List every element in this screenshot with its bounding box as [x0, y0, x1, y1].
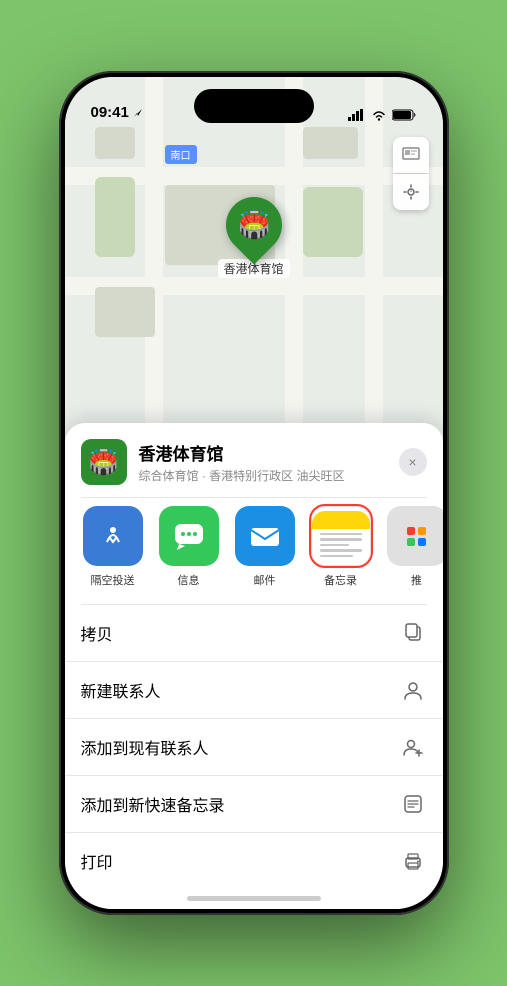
venue-name: 香港体育馆	[139, 440, 387, 465]
share-item-notes[interactable]: 备忘录	[309, 506, 373, 588]
add-notes-icon	[399, 790, 427, 818]
road-label-text: 南口	[171, 151, 191, 162]
notes-icon-wrap	[311, 506, 371, 566]
home-indicator	[187, 896, 321, 901]
dynamic-island	[194, 89, 314, 123]
share-item-mail[interactable]: 邮件	[233, 506, 297, 588]
new-contact-icon	[399, 676, 427, 704]
add-existing-label: 添加到现有联系人	[81, 735, 209, 759]
copy-icon-svg	[402, 622, 424, 644]
message-icon-wrap	[159, 506, 219, 566]
clock: 09:41	[91, 104, 129, 121]
share-item-more[interactable]: 推	[385, 506, 443, 588]
action-print[interactable]: 打印	[65, 833, 443, 889]
wifi-icon	[371, 109, 387, 121]
battery-icon	[392, 109, 417, 121]
action-add-notes[interactable]: 添加到新快速备忘录	[65, 776, 443, 833]
map-type-button[interactable]	[393, 137, 429, 173]
person-add-icon-svg	[402, 736, 424, 758]
location-arrow-icon	[132, 107, 144, 119]
mail-icon-wrap	[235, 506, 295, 566]
share-item-message[interactable]: 信息	[157, 506, 221, 588]
location-pin: 🏟️ 香港体育馆	[217, 197, 289, 278]
print-label: 打印	[81, 849, 113, 873]
copy-label: 拷贝	[81, 621, 113, 645]
message-icon	[171, 518, 207, 554]
pin-icon: 🏟️	[237, 210, 269, 241]
action-copy[interactable]: 拷贝	[65, 605, 443, 662]
airdrop-icon	[97, 520, 129, 552]
sheet-header: 🏟️ 香港体育馆 综合体育馆 · 香港特别行政区 油尖旺区 ×	[65, 423, 443, 497]
share-item-airdrop[interactable]: 隔空投送	[81, 506, 145, 588]
more-label: 推	[411, 572, 422, 588]
phone-screen: 09:41	[65, 77, 443, 909]
add-notes-label: 添加到新快速备忘录	[81, 792, 225, 816]
person-icon-svg	[402, 679, 424, 701]
airdrop-icon-wrap	[83, 506, 143, 566]
print-icon	[399, 847, 427, 875]
printer-icon-svg	[402, 850, 424, 872]
phone-frame: 09:41	[59, 71, 449, 915]
road-label: 南口	[165, 145, 197, 164]
note-icon-svg	[402, 793, 424, 815]
new-contact-label: 新建联系人	[81, 678, 161, 702]
share-row: 隔空投送 信息	[65, 498, 443, 604]
status-time: 09:41	[91, 104, 144, 121]
notes-label: 备忘录	[324, 572, 357, 588]
mail-icon	[247, 518, 283, 554]
compass-icon	[401, 182, 421, 202]
venue-icon: 🏟️	[81, 439, 127, 485]
add-existing-icon	[399, 733, 427, 761]
message-label: 信息	[178, 572, 200, 588]
action-new-contact[interactable]: 新建联系人	[65, 662, 443, 719]
location-button[interactable]	[393, 174, 429, 210]
status-icons	[348, 109, 417, 121]
more-icon-wrap	[387, 506, 443, 566]
pin-circle: 🏟️	[214, 185, 293, 264]
venue-info: 香港体育馆 综合体育馆 · 香港特别行政区 油尖旺区	[139, 440, 387, 484]
venue-subtitle: 综合体育馆 · 香港特别行政区 油尖旺区	[139, 467, 387, 484]
mail-label: 邮件	[254, 572, 276, 588]
map-layers-icon	[401, 145, 421, 165]
copy-icon	[399, 619, 427, 647]
airdrop-label: 隔空投送	[91, 572, 135, 588]
close-button[interactable]: ×	[399, 448, 427, 476]
bottom-sheet: 🏟️ 香港体育馆 综合体育馆 · 香港特别行政区 油尖旺区 ×	[65, 423, 443, 909]
signal-icon	[348, 109, 366, 121]
action-add-existing[interactable]: 添加到现有联系人	[65, 719, 443, 776]
map-controls	[393, 137, 429, 210]
